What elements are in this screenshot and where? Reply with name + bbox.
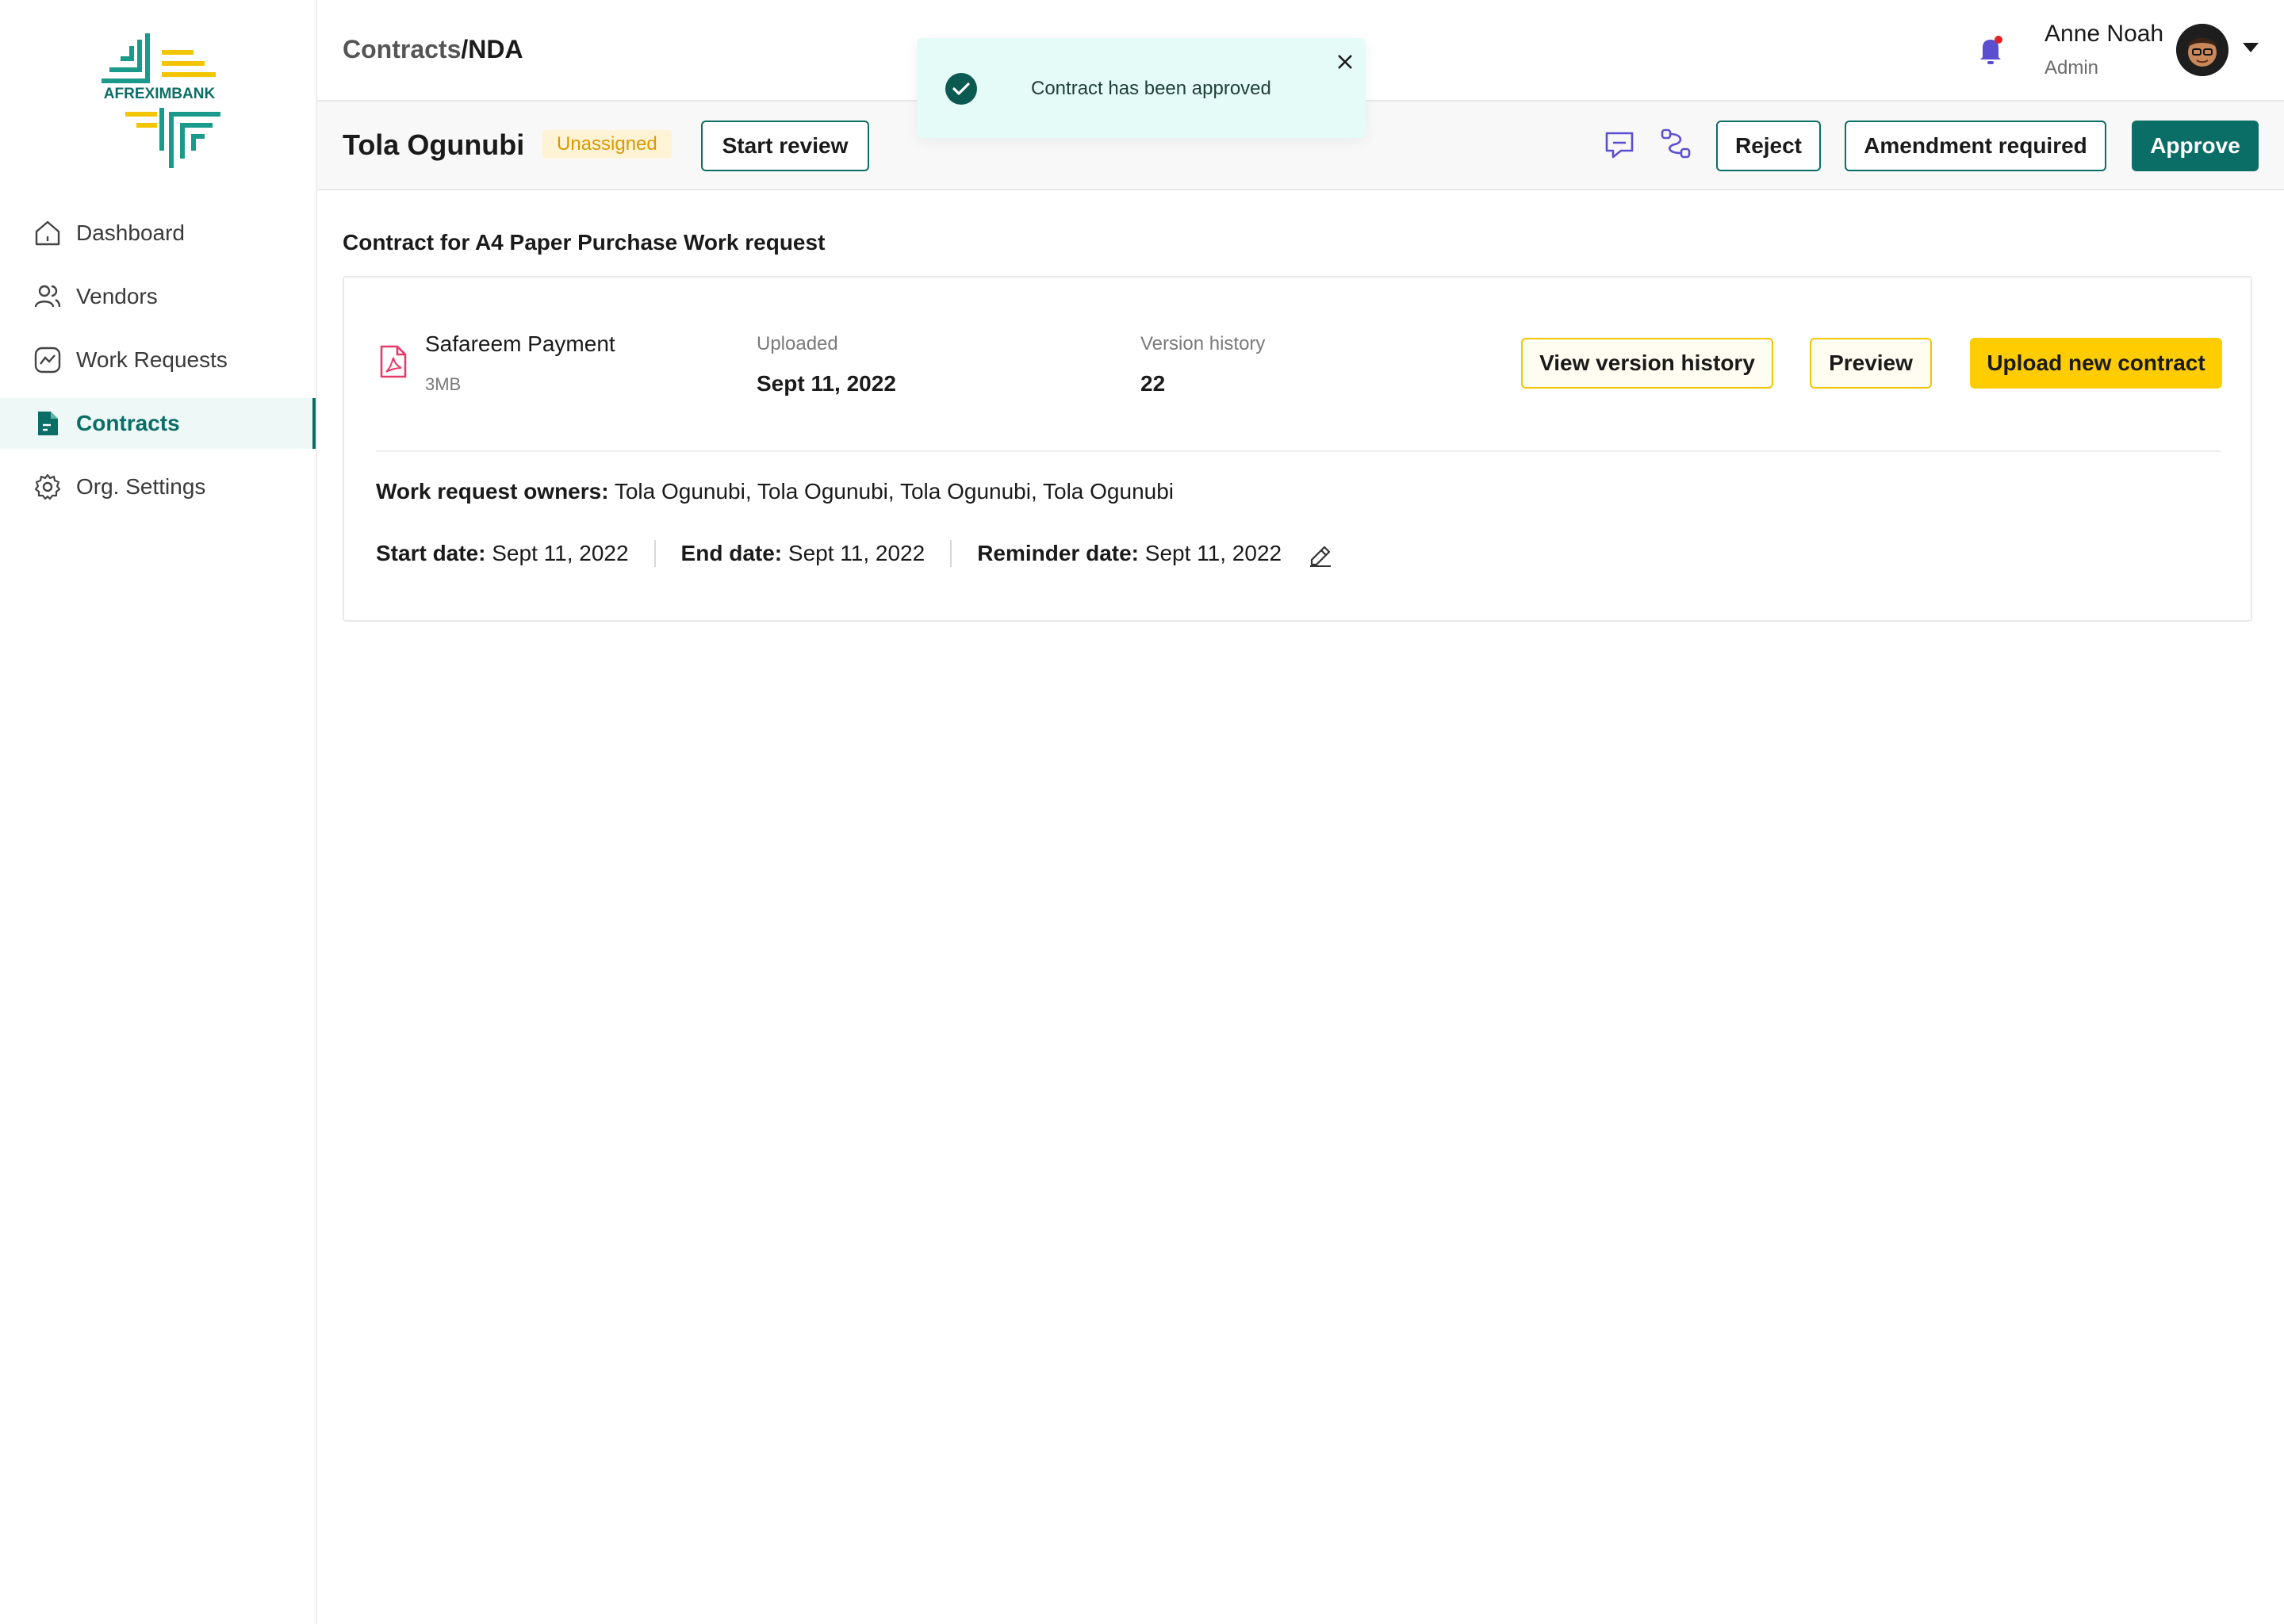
preview-button[interactable]: Preview — [1810, 338, 1932, 389]
gear-icon — [32, 471, 63, 503]
logo-text: AFREXIMBANK — [104, 86, 216, 102]
sidebar: AFREXIMBANK Dashboard Vendors Work Reque… — [0, 0, 317, 1624]
sidebar-item-label: Dashboard — [76, 220, 185, 245]
avatar[interactable] — [2176, 24, 2228, 76]
reminder-date: Reminder date: Sept 11, 2022 — [977, 541, 1282, 566]
user-role: Admin — [2044, 57, 2099, 79]
sidebar-item-label: Work Requests — [76, 347, 228, 372]
approve-button[interactable]: Approve — [2132, 121, 2259, 171]
start-date-label: Start date: — [376, 541, 486, 565]
sidebar-nav: Dashboard Vendors Work Requests Contract… — [0, 208, 316, 525]
date-separator — [950, 540, 952, 567]
file-name[interactable]: Safareem Payment — [425, 331, 615, 357]
success-toast: Contract has been approved — [917, 38, 1366, 138]
sidebar-item-label: Org. Settings — [76, 474, 206, 499]
end-date-value: Sept 11, 2022 — [782, 541, 925, 565]
reminder-date-label: Reminder date: — [977, 541, 1140, 565]
toast-message: Contract has been approved — [1031, 78, 1271, 99]
sidebar-item-contracts[interactable]: Contracts — [0, 398, 316, 449]
home-icon — [32, 217, 63, 249]
contract-section-title: Contract for A4 Paper Purchase Work requ… — [343, 230, 826, 255]
sidebar-item-work-requests[interactable]: Work Requests — [0, 335, 316, 385]
breadcrumb-separator: / — [461, 35, 469, 63]
uploaded-value: Sept 11, 2022 — [757, 371, 896, 396]
view-version-history-button[interactable]: View version history — [1521, 338, 1773, 389]
uploaded-label: Uploaded — [757, 333, 838, 354]
version-history-value: 22 — [1140, 371, 1166, 396]
breadcrumb: Contracts/NDA — [343, 35, 523, 64]
close-icon[interactable] — [1329, 46, 1361, 78]
afreximbank-logo[interactable]: AFREXIMBANK — [94, 32, 225, 171]
start-review-button[interactable]: Start review — [701, 121, 869, 171]
document-icon — [32, 408, 63, 439]
check-icon — [945, 73, 977, 105]
date-separator — [653, 540, 656, 567]
status-badge: Unassigned — [542, 130, 672, 159]
contract-dates: Start date: Sept 11, 2022 End date: Sept… — [376, 539, 1334, 568]
contract-card: Safareem Payment 3MB Uploaded Sept 11, 2… — [343, 276, 2252, 622]
file-size: 3MB — [425, 374, 462, 394]
reject-button[interactable]: Reject — [1716, 121, 1821, 171]
upload-new-contract-button[interactable]: Upload new contract — [1970, 338, 2222, 389]
sidebar-item-label: Contracts — [76, 411, 180, 435]
sidebar-item-org-settings[interactable]: Org. Settings — [0, 462, 316, 512]
sidebar-item-vendors[interactable]: Vendors — [0, 271, 316, 322]
user-name: Anne Noah — [2044, 21, 2164, 47]
chart-icon — [32, 344, 63, 376]
pdf-file-icon — [379, 344, 408, 379]
reminder-date-value: Sept 11, 2022 — [1139, 541, 1282, 565]
owners-value: Tola Ogunubi, Tola Ogunubi, Tola Ogunubi… — [608, 479, 1175, 504]
sidebar-item-dashboard[interactable]: Dashboard — [0, 208, 316, 259]
users-icon — [32, 281, 63, 312]
work-request-owners: Work request owners: Tola Ogunubi, Tola … — [376, 479, 1174, 504]
end-date-label: End date: — [680, 541, 783, 565]
breadcrumb-current: NDA — [468, 35, 523, 63]
notification-bell-icon[interactable] — [1975, 33, 2006, 68]
sidebar-item-label: Vendors — [76, 284, 158, 308]
comment-icon[interactable] — [1602, 127, 1637, 162]
amendment-required-button[interactable]: Amendment required — [1845, 121, 2106, 171]
end-date: End date: Sept 11, 2022 — [681, 541, 925, 566]
version-history-label: Version history — [1140, 333, 1266, 354]
workflow-icon[interactable] — [1659, 127, 1694, 162]
breadcrumb-parent[interactable]: Contracts — [343, 35, 461, 63]
start-date: Start date: Sept 11, 2022 — [376, 541, 629, 566]
vendor-name: Tola Ogunubi — [343, 128, 525, 161]
user-menu-chevron-down-icon[interactable] — [2243, 43, 2259, 52]
start-date-value: Sept 11, 2022 — [485, 541, 629, 565]
divider — [376, 450, 2221, 452]
edit-pencil-icon[interactable] — [1305, 539, 1334, 568]
owners-label: Work request owners: — [376, 479, 609, 504]
